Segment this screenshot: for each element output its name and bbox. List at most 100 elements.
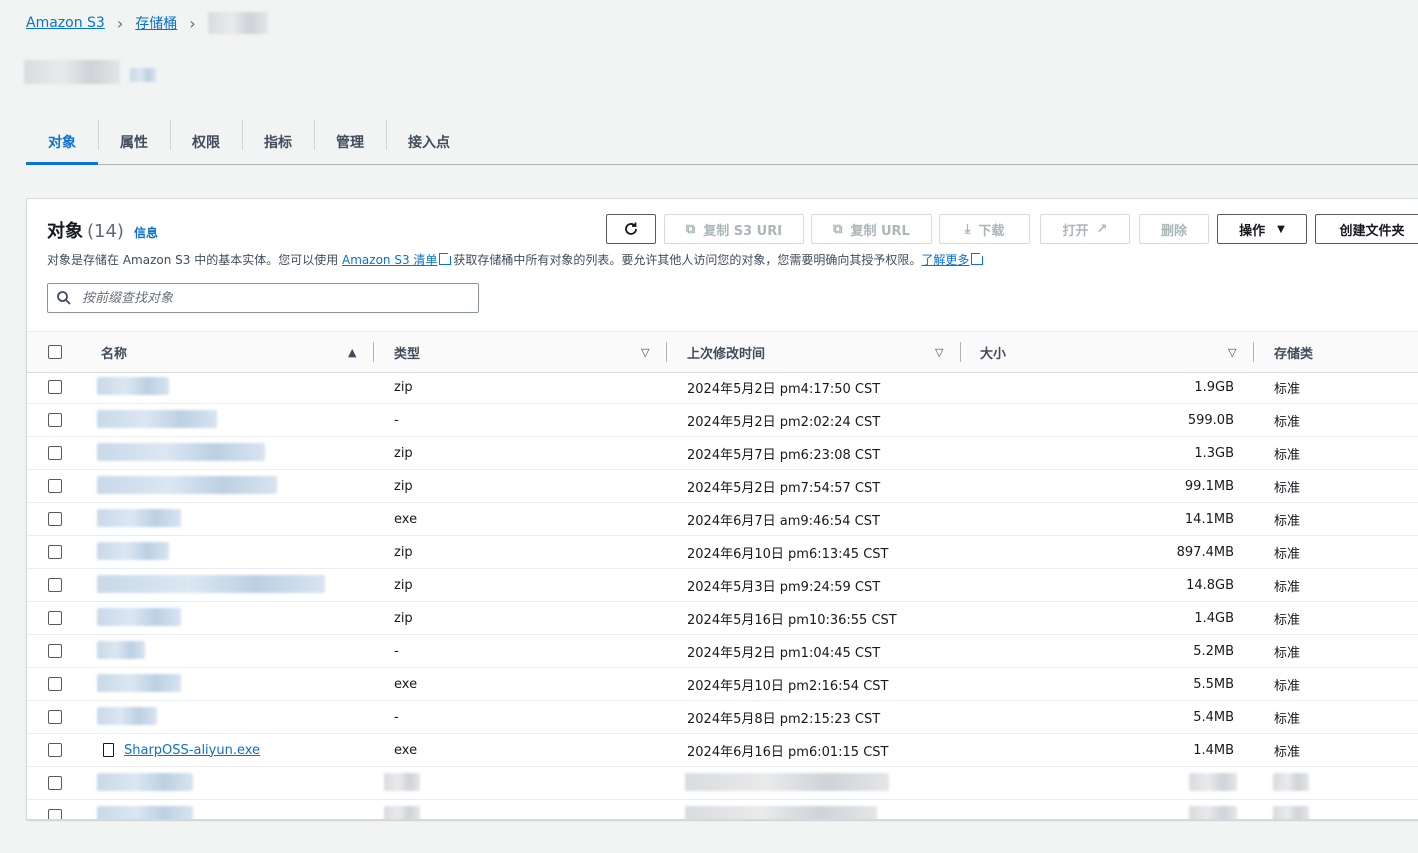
row-checkbox[interactable]: [48, 479, 62, 493]
object-name-redacted[interactable]: [97, 476, 277, 494]
table-row[interactable]: zip 2024年5月3日 pm9:24:59 CST 14.8GB 标准: [27, 569, 1418, 602]
tab-objects[interactable]: 对象: [26, 120, 98, 165]
column-modified-label: 上次修改时间: [687, 346, 766, 362]
object-name-redacted[interactable]: [97, 806, 193, 819]
tab-metrics[interactable]: 指标: [242, 120, 314, 164]
row-checkbox[interactable]: [48, 611, 62, 625]
row-checkbox[interactable]: [48, 644, 62, 658]
download-button[interactable]: ⤓ 下载: [939, 214, 1030, 244]
row-checkbox[interactable]: [48, 545, 62, 559]
row-checkbox[interactable]: [48, 743, 62, 757]
table-row[interactable]: zip 2024年5月7日 pm6:23:08 CST 1.3GB 标准: [27, 437, 1418, 470]
chevron-right-icon: ›: [116, 13, 124, 33]
copy-s3-uri-button[interactable]: ⧉ 复制 S3 URI: [664, 214, 804, 244]
object-name-redacted[interactable]: [97, 575, 325, 593]
table-row[interactable]: zip 2024年6月10日 pm6:13:45 CST 897.4MB 标准: [27, 536, 1418, 569]
object-name-redacted[interactable]: [97, 707, 157, 725]
object-name-redacted[interactable]: [97, 542, 169, 560]
object-storage-class: 标准: [1274, 612, 1301, 628]
table-row[interactable]: exe 2024年6月7日 am9:46:54 CST 14.1MB 标准: [27, 503, 1418, 536]
tab-access-points[interactable]: 接入点: [386, 120, 472, 164]
object-table-body: zip 2024年5月2日 pm4:17:50 CST 1.9GB 标准 - 2…: [27, 371, 1418, 819]
copy-icon: ⧉: [685, 221, 696, 237]
object-name-redacted[interactable]: [97, 641, 145, 659]
row-checkbox[interactable]: [48, 413, 62, 427]
create-folder-button[interactable]: 创建文件夹: [1315, 214, 1418, 244]
tab-management[interactable]: 管理: [314, 120, 386, 164]
object-name-redacted[interactable]: [97, 509, 181, 527]
table-row[interactable]: zip 2024年5月2日 pm4:17:50 CST 1.9GB 标准: [27, 371, 1418, 404]
object-type: zip: [394, 610, 413, 626]
column-storage-class[interactable]: 存储类: [1274, 332, 1313, 372]
object-name-redacted[interactable]: [97, 773, 193, 791]
object-size: 1.4MB: [1193, 742, 1234, 758]
object-size: 1.4GB: [1194, 610, 1234, 626]
actions-dropdown[interactable]: 操作 ▼: [1217, 214, 1307, 244]
search-input[interactable]: [80, 289, 444, 307]
object-storage-class: 标准: [1274, 579, 1301, 595]
object-type: exe: [394, 676, 418, 692]
column-modified[interactable]: 上次修改时间 ▽: [687, 332, 947, 372]
caret-down-icon: ▼: [1277, 223, 1285, 235]
learn-more-link[interactable]: 了解更多: [921, 253, 969, 267]
row-checkbox[interactable]: [48, 380, 62, 394]
object-type: exe: [394, 742, 418, 758]
object-type: zip: [394, 577, 413, 593]
object-name-link[interactable]: SharpOSS-aliyun.exe: [124, 743, 260, 758]
object-type: zip: [394, 544, 413, 560]
delete-button[interactable]: 删除: [1139, 214, 1209, 244]
object-modified-redacted: [685, 806, 877, 819]
table-row[interactable]: - 2024年5月2日 pm1:04:45 CST 5.2MB 标准: [27, 635, 1418, 668]
table-row[interactable]: exe 2024年5月10日 pm2:16:54 CST 5.5MB 标准: [27, 668, 1418, 701]
row-checkbox[interactable]: [48, 809, 62, 819]
table-row[interactable]: SharpOSS-aliyun.exe exe 2024年6月16日 pm6:0…: [27, 734, 1418, 767]
row-checkbox[interactable]: [48, 710, 62, 724]
object-size: 5.5MB: [1193, 676, 1234, 692]
object-size: 14.1MB: [1184, 511, 1234, 527]
object-modified: 2024年5月2日 pm1:04:45 CST: [687, 645, 881, 661]
select-all-checkbox[interactable]: [48, 345, 62, 359]
object-name-cell: SharpOSS-aliyun.exe: [103, 734, 260, 766]
page-title-redacted: [24, 60, 120, 84]
object-size: 1.9GB: [1194, 379, 1234, 395]
table-row[interactable]: [27, 800, 1418, 819]
open-button[interactable]: 打开 ↗: [1040, 214, 1130, 244]
object-storage-class: 标准: [1274, 546, 1301, 562]
object-name-redacted[interactable]: [97, 674, 181, 692]
panel-description: 对象是存储在 Amazon S3 中的基本实体。您可以使用 Amazon S3 …: [47, 251, 986, 268]
refresh-button[interactable]: [606, 214, 656, 244]
table-row[interactable]: zip 2024年5月16日 pm10:36:55 CST 1.4GB 标准: [27, 602, 1418, 635]
object-name-redacted[interactable]: [97, 443, 265, 461]
object-name-redacted[interactable]: [97, 410, 217, 428]
row-checkbox[interactable]: [48, 578, 62, 592]
sort-icon: ▽: [935, 345, 944, 359]
download-label: 下载: [978, 223, 1005, 239]
table-row[interactable]: [27, 767, 1418, 800]
breadcrumb-buckets[interactable]: 存储桶: [135, 13, 177, 33]
row-checkbox[interactable]: [48, 677, 62, 691]
column-name[interactable]: 名称 ▲: [101, 332, 361, 372]
copy-s3-uri-label: 复制 S3 URI: [703, 223, 783, 239]
table-row[interactable]: - 2024年5月2日 pm2:02:24 CST 599.0B 标准: [27, 404, 1418, 437]
column-type[interactable]: 类型 ▽: [394, 332, 654, 372]
copy-url-button[interactable]: ⧉ 复制 URL: [811, 214, 932, 244]
column-size[interactable]: 大小 ▽: [980, 332, 1240, 372]
row-checkbox[interactable]: [48, 512, 62, 526]
desc-text-2: 获取存储桶中所有对象的列表。要允许其他人访问您的对象，您需要明确向其授予权限。: [453, 253, 922, 267]
external-link-icon: [971, 251, 986, 265]
tab-properties[interactable]: 属性: [98, 120, 170, 164]
tab-permissions[interactable]: 权限: [170, 120, 242, 164]
breadcrumb-amazon-s3[interactable]: Amazon S3: [26, 15, 105, 31]
table-row[interactable]: zip 2024年5月2日 pm7:54:57 CST 99.1MB 标准: [27, 470, 1418, 503]
info-link[interactable]: 信息: [134, 224, 158, 241]
row-checkbox[interactable]: [48, 776, 62, 790]
object-name-redacted[interactable]: [97, 377, 169, 395]
row-checkbox[interactable]: [48, 446, 62, 460]
object-modified: 2024年5月10日 pm2:16:54 CST: [687, 678, 889, 694]
search-icon: [57, 291, 71, 305]
table-row[interactable]: - 2024年5月8日 pm2:15:23 CST 5.4MB 标准: [27, 701, 1418, 734]
sort-icon: ▽: [1228, 345, 1237, 359]
object-name-redacted[interactable]: [97, 608, 181, 626]
inventory-link[interactable]: Amazon S3 清单: [342, 253, 437, 267]
chevron-right-icon: ›: [189, 13, 196, 33]
